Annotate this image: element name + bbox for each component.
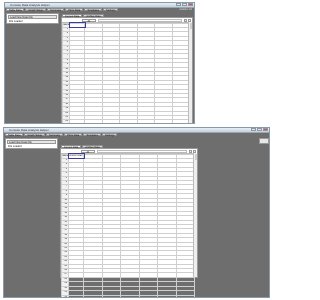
grid-cell[interactable] [101,119,120,123]
file-loaded-label: File Loaded [9,20,23,23]
scroll-up-button[interactable] [189,149,192,153]
spreadsheet: Current Data Archive Data A1 Name 1 2 3 4 5 6 7 8… [61,14,193,123]
data-grid: Name123456789101112131415161718192021222… [62,21,190,123]
cell-reference-box[interactable]: A1 [82,18,96,23]
scrollbar-thumb[interactable] [194,154,197,160]
maximize-button[interactable] [182,3,187,6]
scroll-up-button[interactable] [184,18,187,22]
load-file-button[interactable]: Load New Data File [7,140,56,144]
tab-settings[interactable]: Settings [103,8,119,12]
grid-cell[interactable] [101,294,121,297]
tab-graph-setup[interactable]: Graph Setup [25,8,47,12]
table-row: 22 [62,119,190,123]
sheet-tab-current-data[interactable]: Current Data [62,14,83,18]
grid-cell[interactable] [69,119,85,123]
sheet-tab-current-data[interactable]: Current Data [61,145,82,149]
close-button[interactable] [188,3,193,6]
file-panel: Load New Data File File Loaded [6,13,59,24]
window-controls [176,3,193,7]
corner-label: Name [61,153,69,159]
tab-settings[interactable]: Settings [102,133,118,137]
window-controls [251,128,268,132]
corner-label: Name [62,22,70,28]
sheet-tabs: Current Data Archive Data [62,14,104,18]
selected-cell[interactable]: ColumnHead [67,152,85,160]
vertical-scrollbar[interactable] [193,153,197,277]
side-panel [259,138,269,144]
minimize-button[interactable] [251,128,256,131]
load-file-button[interactable]: Load New Data File [8,15,57,19]
grid-cell[interactable] [136,119,155,123]
file-panel: Load New Data File File Loaded [5,138,58,149]
tab-summary[interactable]: Summary [46,133,64,137]
grid-cell[interactable] [138,294,158,297]
spreadsheet: Current Data Archive Data A1 Name ColumnHe… [60,145,198,297]
grid-cell[interactable] [84,119,103,123]
file-loaded-label: File Loaded [8,145,22,148]
app-window-bottom: Console Data Analysis Helper Table Data G… [3,127,270,298]
row-number: 32 [61,294,69,297]
tab-summary[interactable]: Summary [47,8,65,12]
app-window-top: Console Data Analysis Helper Table Data G… [4,2,195,124]
sheet-tabs: Current Data Archive Data [61,145,103,149]
tab-templates[interactable]: Templates [83,133,102,137]
window-title: Console Data Analysis Helper [10,3,50,7]
grid-cell[interactable] [157,294,177,297]
grid-cell[interactable] [83,294,103,297]
tab-plots-data[interactable]: Plots Data [64,133,83,137]
vertical-scrollbar[interactable] [188,22,192,123]
tab-plots-data[interactable]: Plots Data [65,8,84,12]
close-button[interactable] [263,128,268,131]
status-text: version 1.2 [179,8,192,11]
tab-templates[interactable]: Templates [84,8,103,12]
tab-graph-setup[interactable]: Graph Setup [24,133,46,137]
sheet-tab-archive-data[interactable]: Archive Data [83,14,104,18]
grid-cell[interactable] [154,119,173,123]
grid-cell[interactable] [119,119,138,123]
scrollbar-thumb[interactable] [189,23,192,29]
window-title: Console Data Analysis Helper [9,128,49,132]
main-tabs: Table Data Graph Setup Summary Plots Data Te… [5,133,118,137]
minimize-button[interactable] [176,3,181,6]
data-grid: Name ColumnHead 1 2 3 4 5 6 7 8 9 10 11 12 13 14 15 16 17 1… [61,152,195,297]
cell-reference-box[interactable]: A1 [81,149,95,154]
formula-input[interactable] [98,18,182,22]
sheet-tab-archive-data[interactable]: Archive Data [82,145,103,149]
maximize-button[interactable] [257,128,262,131]
grid-cell[interactable] [175,294,195,297]
formula-input[interactable] [97,149,187,153]
grid-cell[interactable] [171,119,190,123]
tab-table-data[interactable]: Table Data [5,133,24,137]
main-tabs: Table Data Graph Setup Summary Plots Data Te… [6,8,119,12]
grid-cell[interactable] [68,294,84,297]
table-row: 32 [61,294,195,297]
grid-cell[interactable] [120,294,140,297]
row-number: 22 [62,119,70,123]
tab-table-data[interactable]: Table Data [6,8,25,12]
